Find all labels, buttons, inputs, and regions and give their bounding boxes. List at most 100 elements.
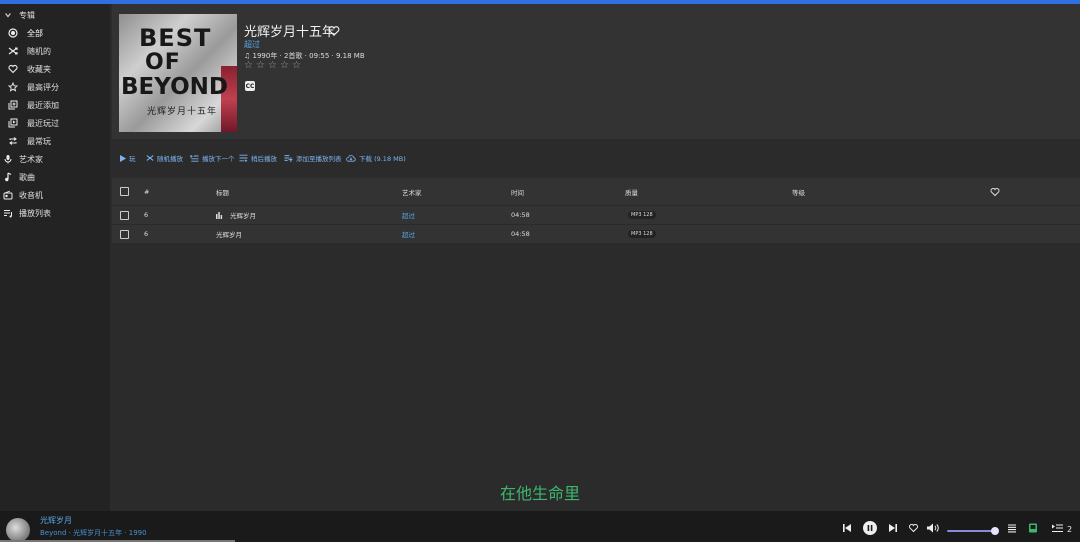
rating-star-icon[interactable]: ☆ bbox=[292, 61, 302, 71]
row-duration: 04:58 bbox=[511, 225, 530, 243]
album-header: BEST OF BEYOND 光辉岁月十五年 光辉岁月十五年 超过 ♫ 1990… bbox=[112, 4, 1080, 139]
album-rating[interactable]: ☆ ☆ ☆ ☆ ☆ bbox=[244, 61, 302, 71]
sidebar: 专辑 全部 随机的 收藏夹 最高评分 最近添加 最近玩过 bbox=[0, 4, 110, 511]
shuffle-button[interactable]: 随机播放 bbox=[146, 150, 183, 166]
header-quality[interactable]: 质量 bbox=[625, 178, 638, 205]
chevron-down-icon bbox=[3, 10, 13, 20]
sidebar-item-label: 收藏夹 bbox=[27, 64, 51, 75]
play-next-icon bbox=[190, 154, 199, 162]
play-button[interactable]: 玩 bbox=[120, 150, 136, 166]
radio-icon bbox=[3, 190, 13, 200]
header-favorite-heart-icon[interactable] bbox=[990, 178, 1000, 205]
book-icon bbox=[1028, 523, 1038, 533]
pause-button[interactable] bbox=[863, 521, 877, 535]
lyrics-toggle-button[interactable] bbox=[1007, 523, 1017, 533]
microphone-icon bbox=[3, 154, 13, 164]
table-row[interactable]: 6 光辉岁月 超过 04:58 MP3 128 bbox=[112, 205, 1080, 224]
add-to-playlist-label: 添加至播放列表 bbox=[296, 153, 342, 163]
rating-star-icon[interactable]: ☆ bbox=[280, 61, 290, 71]
cover-text: BEYOND bbox=[121, 74, 228, 100]
sidebar-item-most-played[interactable]: 最常玩 bbox=[0, 132, 110, 150]
sidebar-item-label: 最近玩过 bbox=[27, 118, 59, 129]
row-num: 6 bbox=[144, 225, 148, 243]
sidebar-item-playlists[interactable]: 播放列表 bbox=[0, 204, 110, 222]
music-note-icon bbox=[3, 172, 13, 182]
sidebar-item-label: 收音机 bbox=[19, 190, 43, 201]
mini-player-button[interactable] bbox=[1028, 523, 1038, 533]
skip-next-icon bbox=[888, 523, 898, 533]
album-meta-text: 1990年 · 2首歌 · 09:55 · 9.18 MB bbox=[253, 52, 365, 60]
now-playing-subtitle[interactable]: Beyond · 光辉岁月十五年 · 1990 bbox=[40, 528, 147, 538]
star-icon bbox=[8, 82, 18, 92]
now-playing-cover[interactable] bbox=[6, 518, 30, 542]
rating-star-icon[interactable]: ☆ bbox=[268, 61, 278, 71]
radio-selected-icon bbox=[8, 28, 18, 38]
rating-star-icon[interactable]: ☆ bbox=[244, 61, 254, 71]
repeat-icon bbox=[8, 136, 18, 146]
select-all-checkbox[interactable] bbox=[120, 187, 129, 196]
header-num[interactable]: # bbox=[144, 178, 149, 205]
playlist-add-icon bbox=[284, 154, 293, 162]
favorite-heart-icon[interactable] bbox=[328, 22, 340, 34]
album-cover[interactable]: BEST OF BEYOND 光辉岁月十五年 bbox=[119, 14, 237, 132]
queue-icon bbox=[1052, 523, 1063, 533]
sidebar-item-recently-played[interactable]: 最近玩过 bbox=[0, 114, 110, 132]
row-title: 光辉岁月 bbox=[230, 210, 256, 220]
sidebar-item-label: 最近添加 bbox=[27, 100, 59, 111]
header-title[interactable]: 标题 bbox=[216, 178, 229, 205]
header-cell-select bbox=[120, 178, 129, 205]
table-row[interactable]: 6 光辉岁月 超过 04:58 MP3 128 bbox=[112, 224, 1080, 243]
header-rating[interactable]: 等级 bbox=[792, 178, 805, 205]
sidebar-item-artists[interactable]: 艺术家 bbox=[0, 150, 110, 168]
download-button[interactable]: 下载 (9.18 MB) bbox=[346, 150, 406, 166]
volume-button[interactable] bbox=[927, 523, 940, 533]
sidebar-albums-toggle[interactable]: 专辑 bbox=[0, 6, 110, 24]
sidebar-albums-label: 专辑 bbox=[19, 10, 35, 21]
sidebar-item-recently-added[interactable]: 最近添加 bbox=[0, 96, 110, 114]
sidebar-item-random[interactable]: 随机的 bbox=[0, 42, 110, 60]
sidebar-item-label: 最常玩 bbox=[27, 136, 51, 147]
add-to-playlist-button[interactable]: 添加至播放列表 bbox=[284, 150, 342, 166]
playlist-icon bbox=[3, 208, 13, 218]
header-duration[interactable]: 时间 bbox=[511, 178, 524, 205]
closed-caption-icon[interactable]: CC bbox=[245, 81, 255, 91]
volume-slider-track[interactable] bbox=[947, 530, 997, 532]
play-next-label: 播放下一个 bbox=[202, 153, 235, 163]
sidebar-item-songs[interactable]: 歌曲 bbox=[0, 168, 110, 186]
sidebar-item-label: 随机的 bbox=[27, 46, 51, 57]
row-title: 光辉岁月 bbox=[216, 225, 242, 243]
row-checkbox[interactable] bbox=[120, 230, 129, 239]
rating-star-icon[interactable]: ☆ bbox=[256, 61, 266, 71]
play-later-label: 稍后播放 bbox=[251, 153, 277, 163]
row-quality-cell: MP3 128 bbox=[628, 225, 656, 243]
play-label: 玩 bbox=[129, 153, 136, 163]
sidebar-item-favorites[interactable]: 收藏夹 bbox=[0, 60, 110, 78]
sidebar-item-radio[interactable]: 收音机 bbox=[0, 186, 110, 204]
sidebar-item-label: 歌曲 bbox=[19, 172, 35, 183]
queue-button[interactable] bbox=[1052, 523, 1063, 533]
play-icon bbox=[120, 155, 126, 162]
previous-track-button[interactable] bbox=[842, 523, 852, 533]
now-playing-title[interactable]: 光辉岁月 bbox=[40, 515, 72, 526]
row-select-cell bbox=[120, 206, 129, 224]
music-note-icon: ♫ bbox=[244, 52, 250, 60]
sidebar-item-top-rated[interactable]: 最高评分 bbox=[0, 78, 110, 96]
sidebar-item-all[interactable]: 全部 bbox=[0, 24, 110, 42]
next-track-button[interactable] bbox=[888, 523, 898, 533]
row-artist-link[interactable]: 超过 bbox=[402, 225, 415, 243]
album-artist-link[interactable]: 超过 bbox=[244, 39, 260, 50]
current-lyric-line: 在他生命里 bbox=[0, 480, 1080, 504]
row-checkbox[interactable] bbox=[120, 211, 129, 220]
shuffle-label: 随机播放 bbox=[157, 153, 183, 163]
lines-icon bbox=[1007, 523, 1017, 533]
header-artist[interactable]: 艺术家 bbox=[402, 178, 422, 205]
heart-icon bbox=[8, 64, 18, 74]
album-title: 光辉岁月十五年 bbox=[244, 21, 335, 40]
shuffle-icon bbox=[8, 46, 18, 56]
like-button[interactable] bbox=[908, 523, 919, 533]
heart-icon bbox=[908, 523, 919, 533]
play-next-button[interactable]: 播放下一个 bbox=[190, 150, 235, 166]
volume-slider-knob[interactable] bbox=[991, 527, 999, 535]
row-artist-link[interactable]: 超过 bbox=[402, 206, 415, 224]
play-later-button[interactable]: 稍后播放 bbox=[239, 150, 277, 166]
